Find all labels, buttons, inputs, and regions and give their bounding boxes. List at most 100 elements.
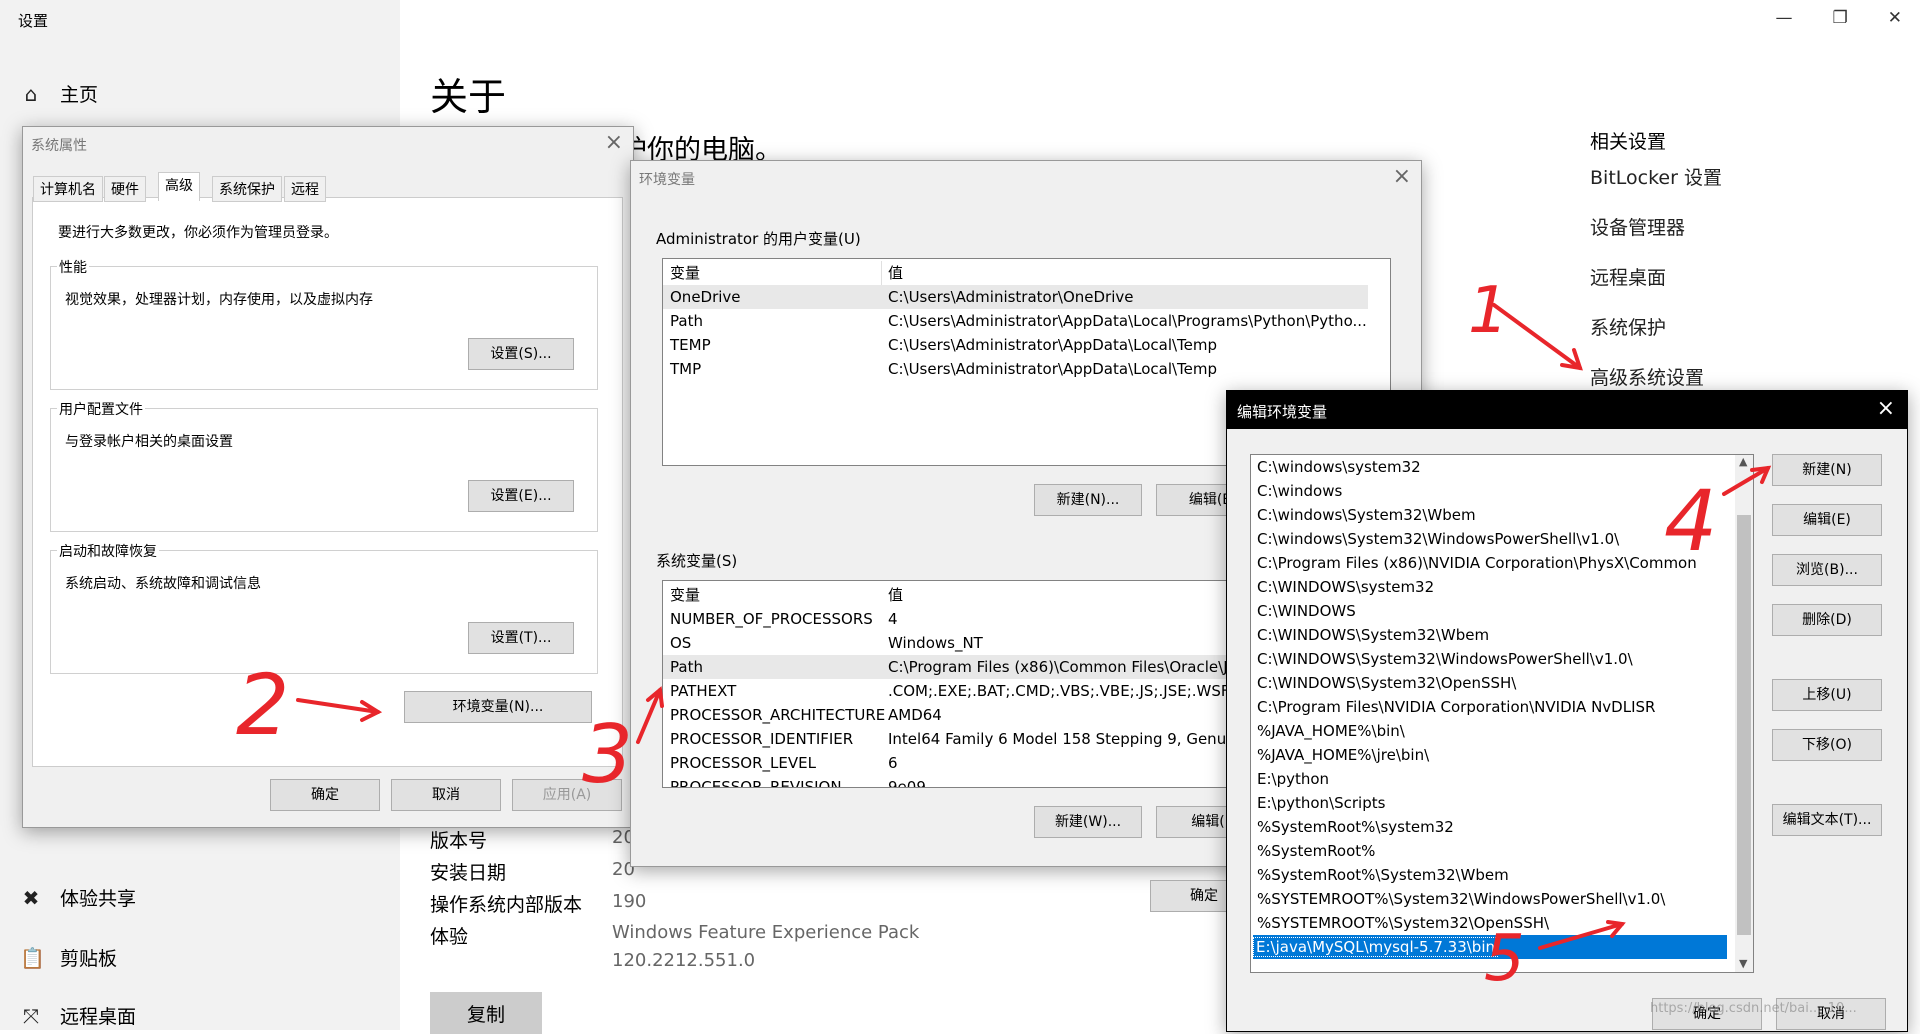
cancel-button[interactable]: 取消 (391, 779, 501, 811)
list-item[interactable]: %SystemRoot%\system32 (1257, 815, 1727, 839)
column-header-value[interactable]: 值 (888, 583, 903, 607)
list-item[interactable]: C:\WINDOWS (1257, 599, 1727, 623)
bitlocker-link[interactable]: BitLocker 设置 (1590, 163, 1722, 190)
table-header: 变量 值 (663, 261, 1390, 285)
list-item[interactable]: C:\Program Files (x86)\NVIDIA Corporatio… (1257, 551, 1727, 575)
path-list[interactable]: C:\windows\system32 C:\windows C:\window… (1250, 454, 1754, 973)
list-item[interactable]: %JAVA_HOME%\bin\ (1257, 719, 1727, 743)
new-path-button[interactable]: 新建(N) (1772, 454, 1882, 486)
list-item[interactable]: C:\WINDOWS\System32\Wbem (1257, 623, 1727, 647)
table-row[interactable]: TEMP C:\Users\Administrator\AppData\Loca… (663, 333, 1390, 357)
list-item[interactable]: E:\python\Scripts (1257, 791, 1727, 815)
delete-button[interactable]: 删除(D) (1772, 604, 1882, 636)
performance-settings-button[interactable]: 设置(S)... (468, 338, 574, 370)
group-label: 性能 (57, 257, 89, 277)
variable-name: TMP (670, 360, 702, 378)
list-item[interactable]: %SystemRoot%\System32\Wbem (1257, 863, 1727, 887)
column-header-value[interactable]: 值 (888, 261, 903, 285)
edit-text-button[interactable]: 编辑文本(T)... (1772, 804, 1882, 836)
list-item[interactable]: %SystemRoot% (1257, 839, 1727, 863)
dialog-title: 编辑环境变量 (1237, 403, 1328, 421)
move-up-button[interactable]: 上移(U) (1772, 679, 1882, 711)
table-row[interactable]: OneDrive C:\Users\Administrator\OneDrive (663, 285, 1368, 309)
minimize-icon[interactable]: — (1776, 8, 1793, 28)
browse-button[interactable]: 浏览(B)... (1772, 554, 1882, 586)
tab-system-protection[interactable]: 系统保护 (212, 176, 282, 202)
dialog-title: 环境变量 (639, 172, 695, 188)
list-item[interactable]: C:\windows\System32\WindowsPowerShell\v1… (1257, 527, 1727, 551)
spec-value-os-build: 190 (612, 891, 647, 912)
table-row[interactable]: Path C:\Users\Administrator\AppData\Loca… (663, 309, 1390, 333)
clipboard-icon: 📋 (20, 945, 45, 970)
nav-item-remote-desktop[interactable]: ⤧ 远程桌面 (20, 1002, 136, 1029)
remote-desktop-icon: ⤧ (23, 1003, 39, 1028)
user-new-button[interactable]: 新建(N)... (1034, 484, 1142, 516)
list-item[interactable]: C:\WINDOWS\System32\WindowsPowerShell\v1… (1257, 647, 1727, 671)
device-manager-link[interactable]: 设备管理器 (1590, 213, 1685, 240)
variable-value: 9e09 (888, 778, 926, 788)
tab-hardware[interactable]: 硬件 (104, 176, 146, 202)
list-item[interactable]: %SYSTEMROOT%\System32\OpenSSH\ (1257, 911, 1727, 935)
watermark-text: https://blog.csdn.net/bai..._10... (1650, 1001, 1857, 1016)
scroll-thumb[interactable] (1737, 515, 1751, 935)
variable-value: C:\Users\Administrator\AppData\Local\Tem… (888, 336, 1218, 354)
variable-value: C:\Users\Administrator\AppData\Local\Tem… (888, 360, 1218, 378)
spec-value-experience-version: 120.2212.551.0 (612, 950, 756, 971)
list-item[interactable]: C:\Program Files\NVIDIA Corporation\NVID… (1257, 695, 1727, 719)
column-divider (881, 261, 882, 285)
list-item[interactable]: %JAVA_HOME%\jre\bin\ (1257, 743, 1727, 767)
close-icon[interactable]: ✕ (1888, 8, 1902, 28)
arrowhead-1 (1560, 348, 1583, 371)
close-icon[interactable]: × (1877, 396, 1895, 421)
apply-button[interactable]: 应用(A) (512, 779, 622, 811)
close-icon[interactable]: × (1393, 164, 1411, 189)
scroll-down-icon[interactable]: ▼ (1739, 957, 1747, 970)
copy-button[interactable]: 复制 (430, 992, 542, 1034)
spec-value-experience: Windows Feature Experience Pack (612, 922, 920, 943)
list-item[interactable]: %SYSTEMROOT%\System32\WindowsPowerShell\… (1257, 887, 1727, 911)
close-icon[interactable]: × (605, 130, 623, 155)
maximize-icon[interactable]: ❐ (1833, 8, 1848, 28)
variable-value: .COM;.EXE;.BAT;.CMD;.VBS;.VBE;.JS;.JSE;.… (888, 682, 1255, 700)
tab-computer-name[interactable]: 计算机名 (33, 176, 103, 202)
edit-path-button[interactable]: 编辑(E) (1772, 504, 1882, 536)
nav-item-clipboard[interactable]: 📋 剪贴板 (20, 944, 117, 971)
list-item-selected[interactable]: E:\java\MySQL\mysql-5.7.33\bin (1253, 935, 1727, 959)
tab-advanced[interactable]: 高级 (158, 172, 200, 201)
list-item[interactable]: E:\python (1257, 767, 1727, 791)
scrollbar[interactable]: ▲ ▼ (1735, 455, 1753, 972)
list-item[interactable]: C:\WINDOWS\System32\OpenSSH\ (1257, 671, 1727, 695)
arrow-1 (1492, 303, 1582, 370)
ok-button[interactable]: 确定 (270, 779, 380, 811)
nav-item-label: 体验共享 (60, 888, 137, 910)
spec-label-version: 版本号 (430, 830, 488, 852)
table-row[interactable]: TMP C:\Users\Administrator\AppData\Local… (663, 357, 1390, 381)
nav-item-label: 远程桌面 (60, 1006, 137, 1028)
profile-settings-button[interactable]: 设置(E)... (468, 480, 574, 512)
environment-variables-button[interactable]: 环境变量(N)... (404, 691, 592, 723)
variable-name: PROCESSOR_LEVEL (670, 754, 816, 772)
column-header-variable[interactable]: 变量 (670, 261, 700, 285)
path-edit-input[interactable]: E:\java\MySQL\mysql-5.7.33\bin (1253, 937, 1498, 957)
system-new-button[interactable]: 新建(W)... (1034, 806, 1142, 838)
remote-desktop-link[interactable]: 远程桌面 (1590, 263, 1666, 290)
variable-name: PATHEXT (670, 682, 737, 700)
variable-value: C:\Users\Administrator\OneDrive (888, 288, 1134, 306)
scroll-up-icon[interactable]: ▲ (1739, 455, 1747, 468)
nav-item-experience-sharing[interactable]: ✖ 体验共享 (20, 884, 136, 911)
startup-settings-button[interactable]: 设置(T)... (468, 622, 574, 654)
system-protection-link[interactable]: 系统保护 (1590, 313, 1666, 340)
performance-group: 性能 视觉效果，处理器计划，内存使用，以及虚拟内存 (50, 257, 598, 390)
move-down-button[interactable]: 下移(O) (1772, 729, 1882, 761)
group-label: 启动和故障恢复 (57, 541, 159, 561)
nav-item-home[interactable]: ⌂ 主页 (20, 80, 98, 107)
column-header-variable[interactable]: 变量 (670, 583, 700, 607)
list-item[interactable]: C:\WINDOWS\system32 (1257, 575, 1727, 599)
advanced-system-settings-link[interactable]: 高级系统设置 (1590, 363, 1704, 390)
list-item[interactable]: C:\windows (1257, 479, 1727, 503)
group-label: 用户配置文件 (57, 399, 145, 419)
list-item[interactable]: C:\windows\system32 (1257, 455, 1727, 479)
window-controls: — ❐ ✕ (1776, 8, 1903, 28)
list-item[interactable]: C:\windows\System32\Wbem (1257, 503, 1727, 527)
tab-remote[interactable]: 远程 (284, 176, 326, 202)
